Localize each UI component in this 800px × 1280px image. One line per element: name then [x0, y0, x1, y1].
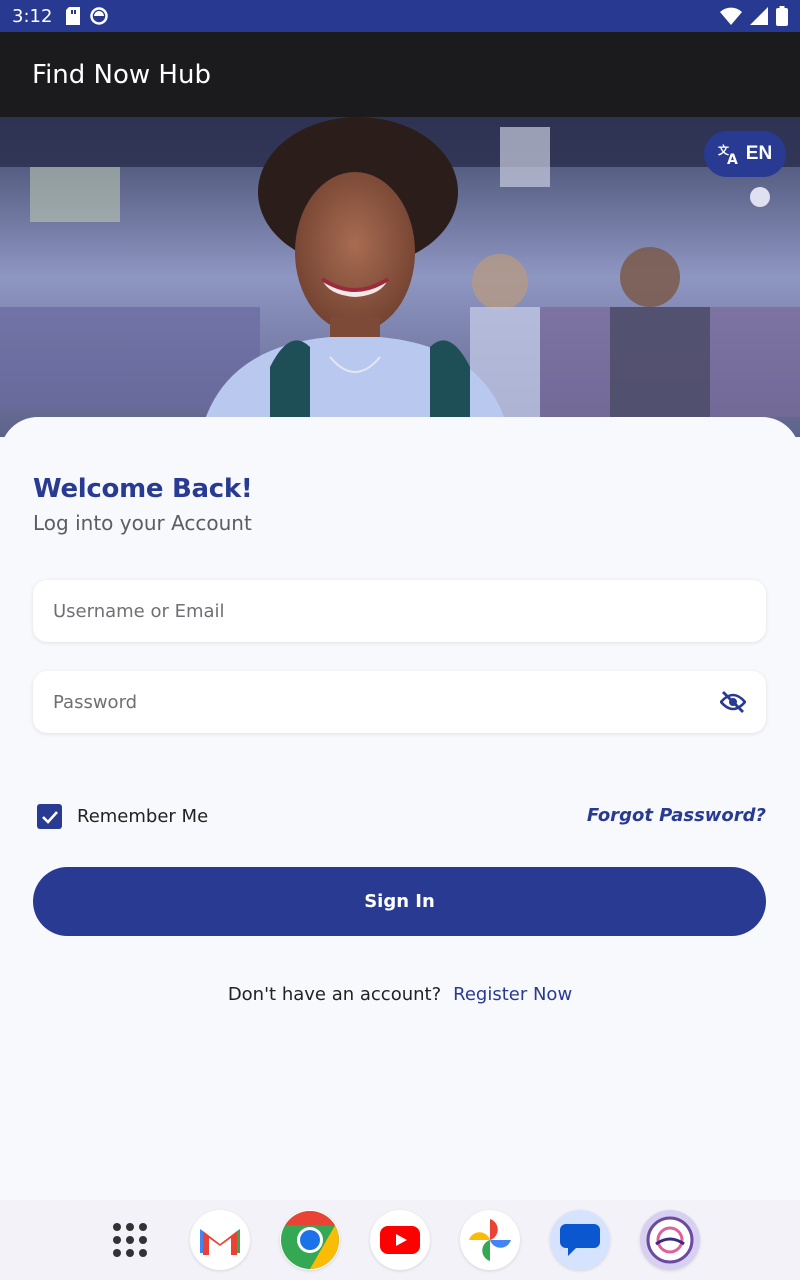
forgot-password-link[interactable]: Forgot Password? — [587, 805, 766, 826]
sign-in-button[interactable]: Sign In — [33, 867, 766, 936]
youtube-icon[interactable] — [370, 1210, 430, 1270]
sync-icon — [90, 7, 109, 25]
messages-icon[interactable] — [550, 1210, 610, 1270]
password-field[interactable]: Password — [33, 671, 766, 733]
status-time: 3:12 — [12, 5, 53, 27]
chrome-icon[interactable] — [280, 1210, 340, 1270]
wifi-icon — [720, 7, 742, 25]
remember-label: Remember Me — [77, 806, 209, 827]
remember-me[interactable]: Remember Me — [37, 804, 208, 829]
welcome-heading: Welcome Back! — [33, 474, 253, 504]
language-button[interactable]: 文 A EN — [704, 131, 786, 177]
app-title: Find Now Hub — [32, 59, 211, 90]
svg-text:A: A — [727, 152, 738, 165]
app-dock — [0, 1200, 800, 1280]
findnow-icon[interactable] — [640, 1210, 700, 1270]
register-link[interactable]: Register Now — [453, 984, 572, 1005]
signal-icon — [750, 7, 768, 25]
hero-image — [0, 117, 800, 437]
no-account-text: Don't have an account? — [227, 984, 442, 1005]
username-field[interactable]: Username or Email — [33, 580, 766, 642]
language-code: EN — [745, 143, 773, 164]
welcome-subheading: Log into your Account — [33, 511, 252, 535]
sd-card-icon — [66, 7, 81, 25]
username-placeholder: Username or Email — [53, 600, 225, 622]
battery-icon — [776, 6, 788, 26]
check-icon — [41, 810, 58, 824]
visibility-off-icon[interactable] — [720, 690, 746, 714]
app-drawer-icon[interactable] — [100, 1210, 160, 1270]
register-row: Don't have an account? Register Now — [0, 984, 800, 1005]
remember-checkbox[interactable] — [37, 804, 62, 829]
translate-icon: 文 A — [718, 143, 738, 165]
gmail-icon[interactable] — [190, 1210, 250, 1270]
app-bar: Find Now Hub — [0, 32, 800, 117]
photos-icon[interactable] — [460, 1210, 520, 1270]
status-bar: 3:12 — [0, 0, 800, 32]
password-placeholder: Password — [53, 691, 138, 713]
